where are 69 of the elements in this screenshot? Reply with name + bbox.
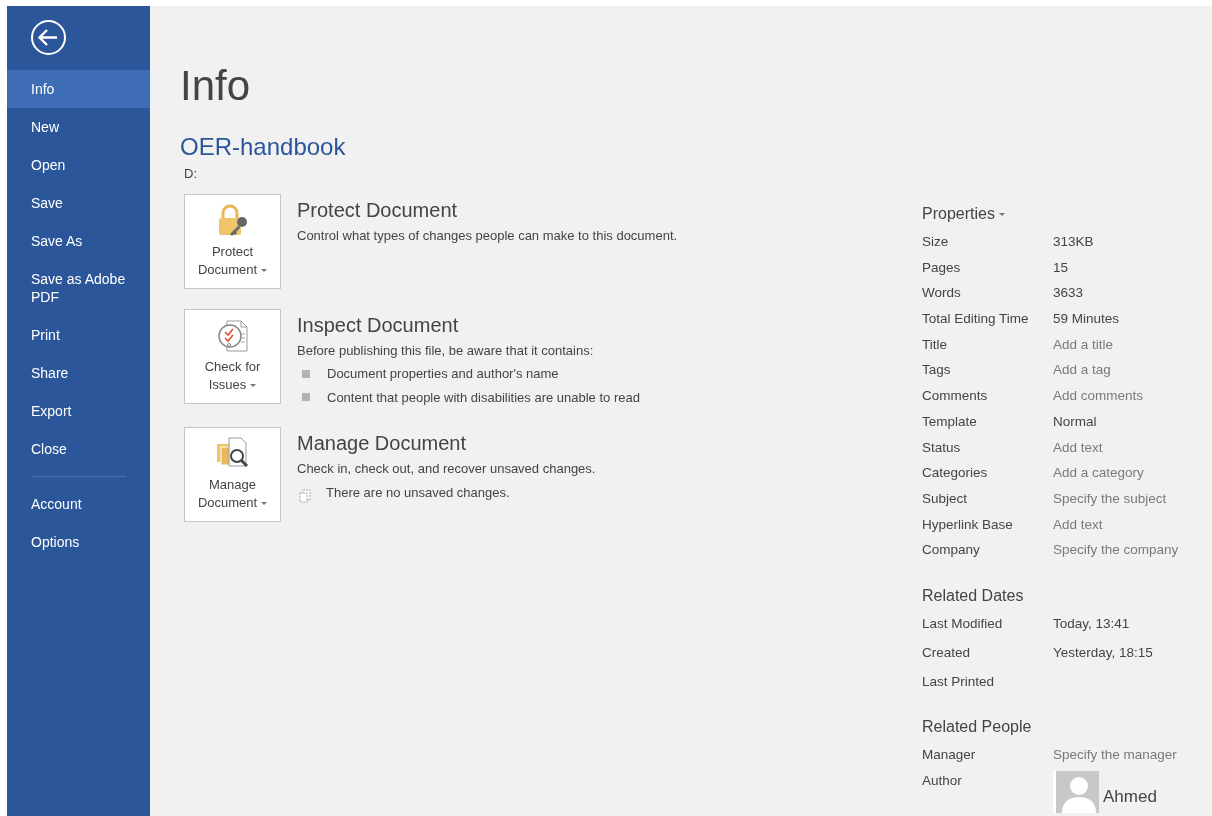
property-value[interactable]: Add comments xyxy=(1053,386,1144,412)
property-label: Comments xyxy=(922,387,989,406)
section-title: Protect Document xyxy=(297,197,459,222)
person-label: Manager xyxy=(922,745,977,764)
property-label: Subject xyxy=(922,489,969,508)
section-description: Check in, check out, and recover unsaved changes. xyxy=(297,460,596,478)
date-label: Created xyxy=(922,643,972,662)
sidebar-item[interactable]: Share xyxy=(7,354,150,392)
property-value[interactable]: Specify the company xyxy=(1053,540,1179,566)
bullet-text: Document properties and author's name xyxy=(327,365,559,383)
sidebar-item[interactable]: Print xyxy=(7,316,150,354)
sidebar-item[interactable]: Close xyxy=(7,430,150,468)
property-value: Normal xyxy=(1053,412,1097,431)
property-value[interactable]: Add a title xyxy=(1053,334,1114,361)
section-button[interactable]: Protect Document xyxy=(184,193,281,289)
section-description: Before publishing this file, be aware that it contains: xyxy=(297,341,595,360)
property-label: Template xyxy=(922,412,978,431)
property-label: Pages xyxy=(922,258,962,277)
sidebar-item[interactable]: Save As xyxy=(7,222,150,260)
property-label: Total Editing Time xyxy=(922,310,1030,329)
property-label: Title xyxy=(922,335,948,354)
document-path: D: xyxy=(184,165,198,183)
bullet-icon xyxy=(302,369,310,378)
section-description: Control what types of changes people can make to this document. xyxy=(297,226,678,245)
date-value: Yesterday, 18:15 xyxy=(1053,643,1153,662)
property-value: 3633 xyxy=(1053,284,1084,303)
section-heading: Related People xyxy=(922,716,1033,737)
sidebar-item[interactable]: Open xyxy=(7,146,150,184)
property-label: Status xyxy=(922,438,962,457)
property-label: Categories xyxy=(922,464,989,483)
property-value[interactable]: Specify the subject xyxy=(1053,488,1167,515)
property-value[interactable]: Add text xyxy=(1053,514,1103,541)
sidebar-item[interactable]: Options xyxy=(7,523,150,561)
property-label: Company xyxy=(922,541,981,560)
section-title: Inspect Document xyxy=(297,312,460,337)
date-label: Last Modified xyxy=(922,614,1004,633)
section-title: Manage Document xyxy=(297,431,467,455)
avatar-silhouette xyxy=(1053,770,1099,813)
manager-field[interactable]: Specify the manager xyxy=(1053,744,1177,771)
author-name: Ahmed xyxy=(1103,785,1157,808)
sidebar-item[interactable]: Info xyxy=(7,70,150,108)
property-label: Hyperlink Base xyxy=(922,515,1014,534)
sidebar-item[interactable]: Account xyxy=(7,485,150,523)
bullet-text: Content that people with disabilities are unable to read xyxy=(327,388,640,407)
bullet-icon xyxy=(302,393,310,402)
document-name: OER-handbook xyxy=(180,132,347,162)
sidebar-item[interactable]: Save as Adobe PDF xyxy=(7,260,150,316)
property-value: 59 Minutes xyxy=(1053,310,1120,329)
property-value: 313KB xyxy=(1053,233,1094,251)
property-label: Words xyxy=(922,284,962,303)
property-label: Tags xyxy=(922,361,952,380)
person-label: Author xyxy=(922,771,963,790)
note-text: There are no unsaved changes. xyxy=(326,483,510,502)
sidebar-item[interactable]: Export xyxy=(7,392,150,430)
properties-dropdown[interactable]: Properties xyxy=(922,202,1005,226)
section-heading: Related Dates xyxy=(922,585,1025,606)
date-label: Last Printed xyxy=(922,672,996,691)
page-title: Info xyxy=(180,62,252,110)
back-button[interactable] xyxy=(30,19,67,56)
section-button[interactable]: Manage Document xyxy=(184,427,281,522)
property-label: Size xyxy=(922,233,950,251)
property-value: 15 xyxy=(1053,258,1069,277)
section-button[interactable]: Check for Issues xyxy=(184,308,281,404)
property-value[interactable]: Add text xyxy=(1053,437,1103,464)
sidebar-item[interactable]: Save xyxy=(7,184,150,222)
property-value[interactable]: Add a category xyxy=(1053,463,1144,489)
property-value[interactable]: Add a tag xyxy=(1053,360,1111,387)
sidebar-item[interactable]: New xyxy=(7,108,150,146)
date-value: Today, 13:41 xyxy=(1053,614,1130,633)
